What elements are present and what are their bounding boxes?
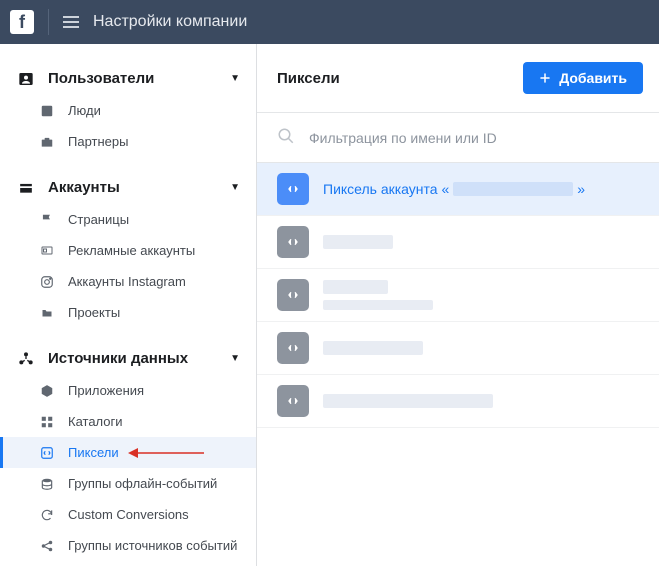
sidebar-item-partners[interactable]: Партнеры	[0, 126, 256, 157]
redacted-text	[323, 280, 388, 294]
pixel-icon	[277, 279, 309, 311]
pixel-row-title	[323, 394, 493, 408]
search-icon	[277, 127, 295, 148]
plus-icon	[539, 72, 551, 84]
redacted-text	[323, 394, 493, 408]
sidebar-section-users[interactable]: Пользователи ▼	[0, 62, 256, 95]
pixel-row-title	[323, 341, 423, 355]
chevron-down-icon: ▼	[230, 182, 240, 193]
sidebar-item-event-source-groups[interactable]: Группы источников событий	[0, 530, 256, 561]
sidebar-item-offline-events[interactable]: Группы офлайн-событий	[0, 468, 256, 499]
pixel-icon	[277, 173, 309, 205]
sidebar-item-pixels[interactable]: Пиксели	[0, 437, 256, 468]
annotation-arrow-icon	[126, 446, 206, 460]
chevron-down-icon: ▼	[230, 73, 240, 84]
pixel-list: Пиксель аккаунта « »	[257, 163, 659, 566]
sidebar-item-label: Рекламные аккаунты	[68, 243, 195, 258]
redacted-text	[323, 235, 393, 249]
redacted-text	[453, 182, 573, 196]
topbar: f Настройки компании	[0, 0, 659, 44]
folder-icon	[38, 307, 56, 319]
sidebar-section-accounts[interactable]: Аккаунты ▼	[0, 171, 256, 204]
main-header: Пиксели Добавить	[257, 44, 659, 113]
menu-icon[interactable]	[63, 16, 79, 28]
pixel-row-title	[323, 280, 433, 310]
accounts-icon	[16, 181, 36, 195]
add-button-label: Добавить	[559, 70, 627, 86]
pixel-row[interactable]	[257, 375, 659, 428]
sidebar-item-catalogs[interactable]: Каталоги	[0, 406, 256, 437]
search-input[interactable]	[309, 130, 643, 146]
data-sources-icon	[16, 351, 36, 367]
refresh-icon	[38, 508, 56, 522]
sidebar-item-custom-conversions[interactable]: Custom Conversions	[0, 499, 256, 530]
pixel-row-title	[323, 235, 393, 249]
search-row	[257, 113, 659, 163]
sidebar: Пользователи ▼ Люди Партнеры Аккаунты ▼	[0, 44, 257, 566]
main-title: Пиксели	[277, 70, 340, 87]
briefcase-icon	[38, 135, 56, 149]
pixel-icon	[277, 385, 309, 417]
pixel-icon	[277, 226, 309, 258]
sidebar-item-label: Страницы	[68, 212, 129, 227]
sidebar-item-label: Custom Conversions	[68, 507, 189, 522]
sidebar-item-ad-accounts[interactable]: Рекламные аккаунты	[0, 235, 256, 266]
share-nodes-icon	[38, 539, 56, 553]
sidebar-item-label: Проекты	[68, 305, 120, 320]
sidebar-item-label: Группы источников событий	[68, 538, 237, 553]
sidebar-item-label: Каталоги	[68, 414, 123, 429]
pixel-row[interactable]	[257, 216, 659, 269]
ad-icon	[38, 245, 56, 257]
cube-icon	[38, 384, 56, 398]
redacted-text	[323, 341, 423, 355]
sidebar-item-label: Приложения	[68, 383, 144, 398]
sidebar-section-data-sources[interactable]: Источники данных ▼	[0, 342, 256, 375]
sidebar-item-label: Группы офлайн-событий	[68, 476, 217, 491]
person-icon	[38, 104, 56, 118]
pixel-row[interactable]	[257, 269, 659, 322]
sidebar-item-people[interactable]: Люди	[0, 95, 256, 126]
pixel-icon	[38, 446, 56, 460]
sidebar-item-projects[interactable]: Проекты	[0, 297, 256, 328]
pixel-row-title: Пиксель аккаунта « »	[323, 181, 585, 197]
divider	[48, 9, 49, 35]
sidebar-item-label: Партнеры	[68, 134, 128, 149]
users-icon	[16, 71, 36, 87]
sidebar-section-label: Пользователи	[48, 70, 154, 87]
sidebar-item-label: Люди	[68, 103, 101, 118]
pixel-row[interactable]	[257, 322, 659, 375]
sidebar-item-label: Пиксели	[68, 445, 119, 460]
sidebar-item-label: Аккаунты Instagram	[68, 274, 186, 289]
chevron-down-icon: ▼	[230, 353, 240, 364]
pixel-row-selected[interactable]: Пиксель аккаунта « »	[257, 163, 659, 216]
instagram-icon	[38, 275, 56, 289]
grid-icon	[38, 415, 56, 429]
main-panel: Пиксели Добавить Пиксель аккаунта « »	[257, 44, 659, 566]
flag-icon	[38, 213, 56, 227]
add-button[interactable]: Добавить	[523, 62, 643, 94]
facebook-logo[interactable]: f	[10, 10, 34, 34]
redacted-text	[323, 300, 433, 310]
sidebar-item-instagram[interactable]: Аккаунты Instagram	[0, 266, 256, 297]
sidebar-item-apps[interactable]: Приложения	[0, 375, 256, 406]
pixel-icon	[277, 332, 309, 364]
stack-icon	[38, 477, 56, 491]
sidebar-section-label: Источники данных	[48, 350, 188, 367]
page-title: Настройки компании	[93, 13, 247, 31]
sidebar-section-label: Аккаунты	[48, 179, 120, 196]
sidebar-item-pages[interactable]: Страницы	[0, 204, 256, 235]
